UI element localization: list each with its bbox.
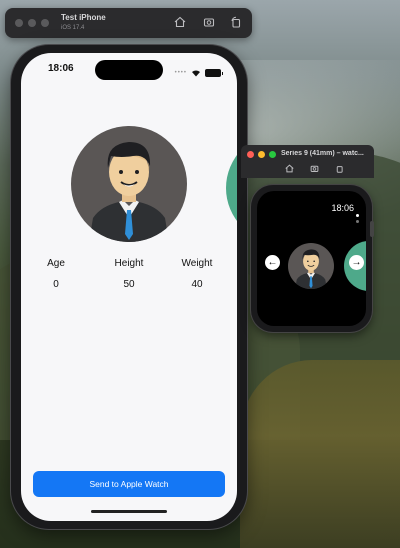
wifi-icon xyxy=(191,64,201,82)
stat-age: Age 0 xyxy=(26,258,86,290)
battery-icon xyxy=(205,69,223,77)
home-indicator[interactable] xyxy=(91,510,167,513)
stat-value: 0 xyxy=(53,279,59,290)
avatar[interactable] xyxy=(71,126,187,242)
stat-label: Weight xyxy=(181,258,213,269)
status-bar-indicators: •••• xyxy=(174,64,223,82)
zoom-window-button[interactable] xyxy=(269,151,276,158)
watch-screen: 18:06 ← → xyxy=(257,191,366,326)
screenshot-icon[interactable] xyxy=(202,16,216,30)
iphone-screen: 18:06 •••• Age 0 Height 50 Weight 40 Sen… xyxy=(21,53,237,521)
previous-arrow-icon[interactable]: ← xyxy=(265,255,280,270)
screenshot-icon[interactable] xyxy=(309,164,319,174)
dynamic-island xyxy=(95,60,163,80)
stat-weight: Weight 40 xyxy=(167,258,227,290)
apple-watch-device: 18:06 ← → xyxy=(251,185,374,332)
simulator-device-name: Test iPhone xyxy=(61,13,106,22)
stat-label: Height xyxy=(114,258,144,269)
minimize-window-button[interactable] xyxy=(258,151,265,158)
watch-status-time: 18:06 xyxy=(331,203,354,213)
watch-simulator-title: Series 9 (41mm) – watc... xyxy=(281,150,364,157)
watch-simulator-toolbar: Series 9 (41mm) – watc... xyxy=(241,145,374,178)
digital-crown[interactable] xyxy=(370,221,374,237)
signal-icon: •••• xyxy=(174,70,187,76)
watch-avatar[interactable] xyxy=(288,243,334,289)
stat-value: 40 xyxy=(191,279,203,290)
page-indicator xyxy=(356,220,359,223)
stat-value: 50 xyxy=(123,279,135,290)
zoom-window-button[interactable] xyxy=(41,19,49,27)
close-window-button[interactable] xyxy=(247,151,254,158)
status-bar-time: 18:06 xyxy=(48,63,74,74)
stat-height: Height 50 xyxy=(99,258,159,290)
next-avatar-peek[interactable] xyxy=(226,133,237,243)
next-arrow-icon[interactable]: → xyxy=(349,255,364,270)
send-to-watch-button[interactable]: Send to Apple Watch xyxy=(33,471,225,497)
iphone-device: 18:06 •••• Age 0 Height 50 Weight 40 Sen… xyxy=(11,45,247,529)
page-indicator-active xyxy=(356,214,359,217)
simulator-os-version: iOS 17.4 xyxy=(61,25,85,31)
iphone-simulator-toolbar: Test iPhone iOS 17.4 xyxy=(5,8,252,38)
rotate-icon[interactable] xyxy=(229,16,243,30)
home-icon[interactable] xyxy=(173,16,187,30)
stat-label: Age xyxy=(47,258,65,269)
close-window-button[interactable] xyxy=(15,19,23,27)
rotate-icon[interactable] xyxy=(334,164,344,174)
minimize-window-button[interactable] xyxy=(28,19,36,27)
home-icon[interactable] xyxy=(284,164,294,174)
